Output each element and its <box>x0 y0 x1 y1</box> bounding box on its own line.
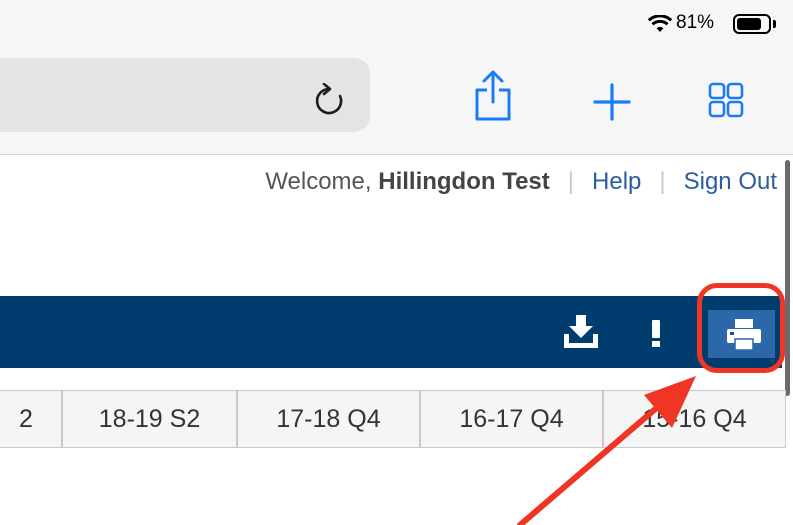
reload-icon[interactable] <box>313 83 345 117</box>
new-tab-icon[interactable] <box>592 82 632 122</box>
help-link[interactable]: Help <box>592 168 641 195</box>
user-header: Welcome, Hillingdon Test | Help | Sign Out <box>265 168 777 196</box>
tab-period[interactable]: 16-17 Q4 <box>420 390 603 448</box>
period-tabs: 2 18-19 S2 17-18 Q4 16-17 Q4 15-16 Q4 <box>0 390 790 448</box>
battery-percent: 81% <box>676 12 715 33</box>
exclamation-dot <box>652 341 660 347</box>
share-icon[interactable] <box>473 70 513 122</box>
battery-level <box>737 18 762 30</box>
tabs-overview-icon[interactable] <box>708 82 744 118</box>
scrollbar[interactable] <box>785 160 790 396</box>
welcome-text: Welcome, <box>265 168 379 195</box>
battery-icon <box>733 14 771 34</box>
action-bar <box>0 296 782 368</box>
browser-toolbar <box>0 40 793 155</box>
exclamation-icon[interactable] <box>652 320 660 347</box>
wifi-icon <box>648 15 672 32</box>
tab-period[interactable]: 18-19 S2 <box>62 390 237 448</box>
battery-cap <box>773 20 776 28</box>
tab-period[interactable]: 17-18 Q4 <box>237 390 420 448</box>
separator: | <box>567 168 575 195</box>
tab-period[interactable]: 2 <box>0 390 62 448</box>
download-icon[interactable] <box>562 314 600 350</box>
exclamation-bar <box>652 320 660 338</box>
user-name: Hillingdon Test <box>378 168 550 195</box>
tab-period[interactable]: 15-16 Q4 <box>603 390 786 448</box>
separator: | <box>659 168 666 195</box>
status-bar: 81% <box>0 0 793 40</box>
annotation-highlight-box <box>697 283 785 373</box>
sign-out-link[interactable]: Sign Out <box>684 168 777 195</box>
